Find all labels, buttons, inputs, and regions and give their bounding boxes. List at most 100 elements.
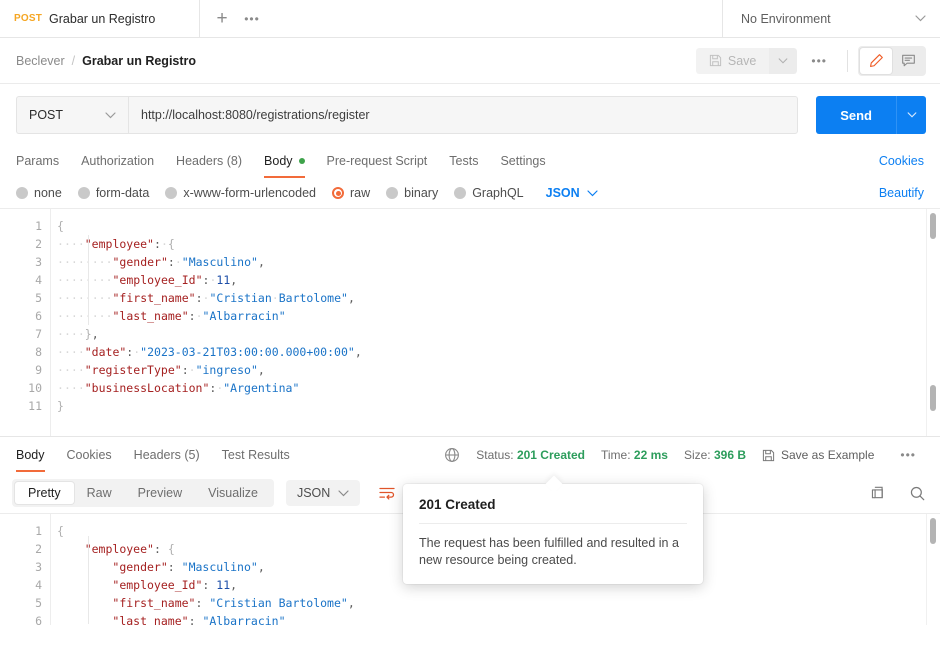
new-tab-button[interactable]: +: [208, 5, 236, 33]
body-type-form-data[interactable]: form-data: [77, 186, 150, 200]
page-title: Grabar un Registro: [82, 53, 197, 68]
save-button-label: Save: [727, 53, 757, 68]
body-type-urlencoded[interactable]: x-www-form-urlencoded: [165, 186, 316, 200]
wrap-lines-icon: [378, 485, 396, 501]
body-type-binary[interactable]: binary: [386, 186, 438, 200]
tooltip-divider: [419, 523, 687, 524]
url-input[interactable]: http://localhost:8080/registrations/regi…: [128, 96, 799, 134]
tab-pre-request-script[interactable]: Pre-request Script: [327, 144, 428, 178]
body-type-label: form-data: [95, 186, 150, 200]
size-badge: Size: 396 B: [684, 448, 746, 462]
body-format-select[interactable]: JSON: [546, 186, 598, 200]
tab-label: Cookies: [66, 448, 112, 462]
send-button-group: Send: [816, 96, 926, 134]
response-header: Body Cookies Headers (5) Test Results St…: [0, 437, 940, 473]
save-as-example-button[interactable]: Save as Example: [762, 448, 874, 462]
radio-icon: [454, 187, 467, 199]
url-value: http://localhost:8080/registrations/regi…: [141, 108, 370, 122]
radio-icon: [165, 187, 178, 199]
response-tab-body[interactable]: Body: [16, 438, 45, 472]
tab-title-label: Grabar un Registro: [49, 11, 156, 26]
tab-authorization[interactable]: Authorization: [81, 144, 154, 178]
request-editor-gutter: 1 2 3 4 5 6 7 8 9 10 11: [0, 209, 50, 436]
response-view-mode-group: Pretty Raw Preview Visualize: [12, 479, 274, 507]
indent-guide: [88, 235, 89, 325]
globe-icon[interactable]: [444, 447, 460, 463]
send-options-button[interactable]: [896, 96, 926, 134]
tab-label: Body: [264, 154, 293, 168]
beautify-link[interactable]: Beautify: [879, 186, 924, 200]
scrollbar-thumb[interactable]: [930, 385, 936, 411]
save-disk-icon: [762, 449, 775, 462]
tab-headers[interactable]: Headers (8): [176, 144, 242, 178]
scrollbar-thumb-top[interactable]: [930, 213, 936, 239]
request-more-button[interactable]: •••: [801, 54, 837, 68]
time-badge: Time: 22 ms: [601, 448, 668, 462]
view-mode-raw[interactable]: Raw: [74, 482, 125, 504]
wrap-lines-button[interactable]: [372, 479, 402, 507]
tab-label: Tests: [449, 154, 479, 168]
response-tab-cookies[interactable]: Cookies: [67, 438, 112, 472]
body-type-row: none form-data x-www-form-urlencoded raw…: [0, 178, 940, 208]
environment-label: No Environment: [741, 11, 831, 26]
view-mode-pretty[interactable]: Pretty: [15, 482, 74, 504]
body-type-graphql[interactable]: GraphQL: [454, 186, 524, 200]
view-mode-preview[interactable]: Preview: [125, 482, 195, 504]
status-tooltip: 201 Created The request has been fulfill…: [403, 475, 703, 584]
tab-settings[interactable]: Settings: [500, 144, 545, 178]
ellipsis-icon: •••: [244, 11, 260, 26]
tab-label: Test Results: [221, 448, 290, 462]
copy-icon[interactable]: [870, 485, 887, 502]
tab-params[interactable]: Params: [16, 144, 59, 178]
breadcrumb-collection[interactable]: Beclever: [16, 54, 65, 68]
body-type-label: GraphQL: [472, 186, 524, 200]
radio-icon: [77, 187, 90, 199]
request-body-editor[interactable]: 1234567891011 {····"employee":·{········…: [0, 208, 940, 436]
chevron-down-icon: [587, 189, 598, 197]
response-tabs: Body Cookies Headers (5) Test Results: [16, 437, 290, 473]
save-button[interactable]: Save: [695, 47, 770, 74]
send-button[interactable]: Send: [816, 96, 896, 134]
response-tab-headers[interactable]: Headers (5): [134, 438, 200, 472]
tab-tests[interactable]: Tests: [449, 144, 478, 178]
comment-button[interactable]: [892, 48, 924, 74]
radio-selected-icon: [332, 187, 344, 199]
status-badge[interactable]: Status: 201 Created: [476, 448, 585, 462]
environment-selector[interactable]: No Environment: [722, 0, 940, 37]
tooltip-title: 201 Created: [419, 497, 496, 512]
response-viewer-gutter: 123456: [0, 514, 50, 625]
tab-body[interactable]: Body: [264, 144, 305, 178]
response-toolbar-right: [870, 485, 926, 502]
body-type-raw[interactable]: raw: [332, 186, 370, 200]
radio-icon: [386, 187, 399, 199]
postman-window: POST Grabar un Registro + ••• No Environ…: [0, 0, 940, 655]
size-value: 396 B: [713, 448, 746, 462]
tab-bar: POST Grabar un Registro + ••• No Environ…: [0, 0, 940, 38]
http-method-select[interactable]: POST: [16, 96, 128, 134]
response-format-select[interactable]: JSON: [285, 480, 361, 506]
search-icon[interactable]: [909, 485, 926, 502]
view-mode-visualize[interactable]: Visualize: [195, 482, 271, 504]
request-tabs: Params Authorization Headers (8) Body Pr…: [0, 144, 940, 178]
breadcrumb-row: Beclever / Grabar un Registro Save •••: [0, 38, 940, 84]
response-viewer-scrollbar[interactable]: [926, 514, 940, 625]
request-tab-grabar-un-registro[interactable]: POST Grabar un Registro: [0, 0, 200, 37]
request-editor-code[interactable]: {····"employee":·{········"gender":·"Mas…: [50, 209, 940, 436]
edit-mode-button[interactable]: [860, 47, 892, 74]
scrollbar-thumb[interactable]: [930, 518, 936, 544]
cookies-link[interactable]: Cookies: [879, 154, 924, 168]
header-divider: [847, 49, 848, 72]
pencil-icon: [869, 53, 884, 68]
save-options-button[interactable]: [769, 47, 798, 74]
body-type-none[interactable]: none: [16, 186, 62, 200]
time-value: 22 ms: [633, 448, 668, 462]
tab-label: Pre-request Script: [326, 154, 428, 168]
response-more-button[interactable]: •••: [890, 448, 926, 462]
tab-more-button[interactable]: •••: [238, 5, 266, 33]
response-tab-test-results[interactable]: Test Results: [222, 438, 290, 472]
request-editor-scrollbar[interactable]: [926, 209, 940, 436]
tab-label: Headers (8): [176, 154, 243, 168]
url-row: POST http://localhost:8080/registrations…: [0, 84, 940, 144]
plus-icon: +: [216, 8, 228, 29]
header-actions: Save •••: [695, 45, 926, 76]
